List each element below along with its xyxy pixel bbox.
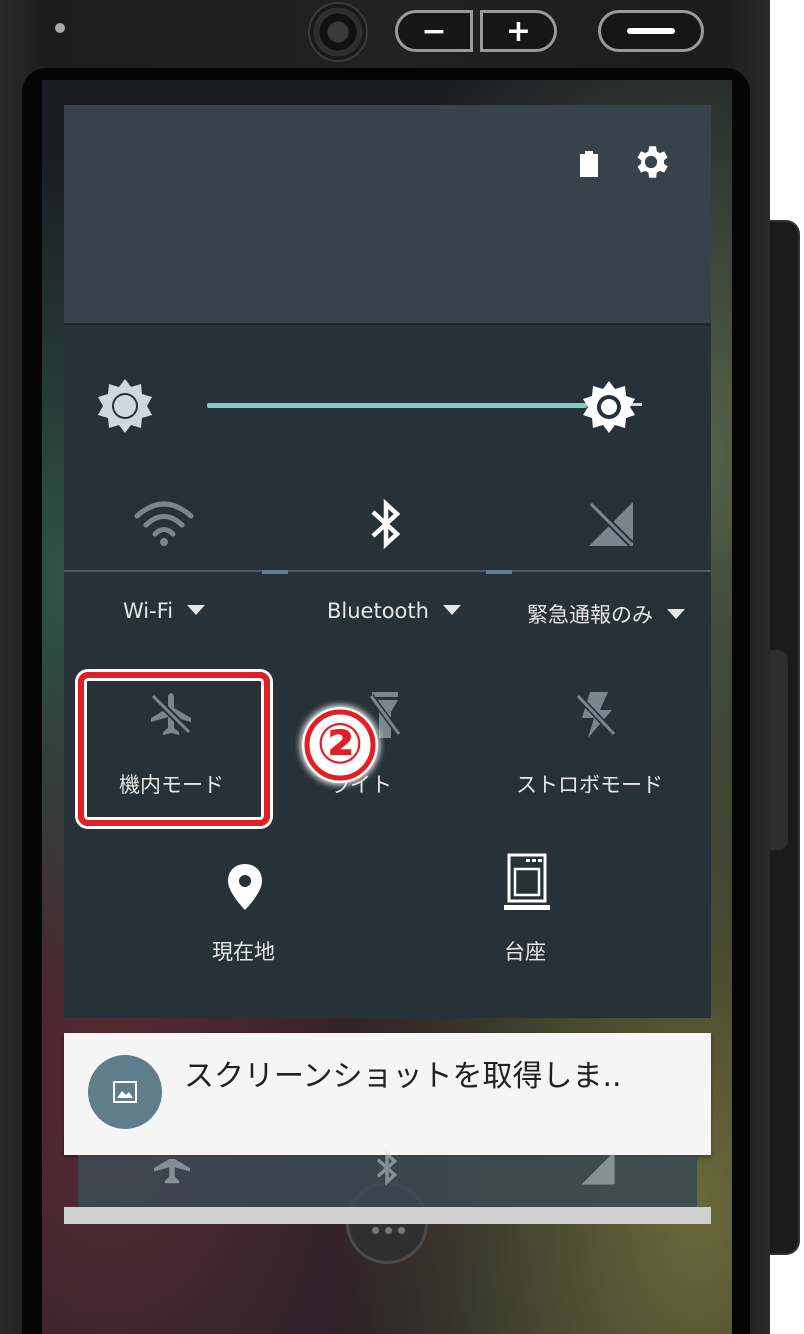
volume-down-button[interactable]: −: [395, 10, 473, 52]
quick-settings-header: [64, 105, 711, 323]
power-button[interactable]: [598, 10, 704, 52]
bluetooth-icon[interactable]: [367, 498, 405, 550]
tile-wifi[interactable]: Wi-Fi: [123, 599, 206, 623]
tile-wifi-label: Wi-Fi: [123, 599, 174, 623]
divider-notch: [262, 570, 288, 574]
screenshot-notification[interactable]: スクリーンショットを取得しま..: [64, 1033, 711, 1155]
wifi-icon[interactable]: [134, 498, 194, 550]
tile-bluetooth[interactable]: Bluetooth: [327, 599, 461, 623]
front-camera: [310, 4, 366, 60]
location-icon[interactable]: [226, 862, 264, 912]
tile-bluetooth-label: Bluetooth: [327, 599, 429, 623]
notification-avatar: [88, 1055, 162, 1129]
bluetooth-icon: [376, 1150, 398, 1186]
tile-emergency-label: 緊急通報のみ: [527, 603, 653, 627]
gear-icon[interactable]: [630, 141, 672, 183]
phone-side-knob: [770, 650, 788, 850]
chevron-down-icon[interactable]: [187, 605, 206, 615]
battery-icon: [580, 151, 598, 177]
tile-dock-label[interactable]: 台座: [504, 936, 546, 966]
chevron-down-icon[interactable]: [667, 609, 685, 619]
tile-strobe-label[interactable]: ストロボモード: [516, 769, 663, 799]
no-signal-icon[interactable]: [587, 500, 635, 548]
notification-title: スクリーンショットを取得しま..: [184, 1059, 622, 1094]
volume-up-button[interactable]: +: [480, 10, 557, 52]
airplane-mode-highlight: [78, 672, 270, 826]
tile-emergency-only[interactable]: 緊急通報のみ: [527, 599, 685, 629]
step-marker: ②: [295, 700, 385, 790]
background-panel-edge: [64, 1207, 711, 1224]
tile-row-divider: [64, 570, 711, 572]
strobe-icon[interactable]: [574, 690, 618, 740]
divider-notch: [486, 570, 512, 574]
image-icon: [113, 1081, 137, 1103]
brightness-slider-track[interactable]: [207, 403, 587, 408]
quick-settings-panel: Wi-Fi Bluetooth 緊急通報のみ 機内モード ライト ストロボモード: [64, 105, 711, 1018]
brightness-slider-thumb[interactable]: [582, 380, 636, 434]
dock-icon[interactable]: [502, 853, 552, 913]
no-signal-icon: [581, 1151, 615, 1185]
tile-location-label[interactable]: 現在地: [212, 936, 275, 966]
airplane-mode-icon: [154, 1159, 190, 1184]
step-number: ②: [316, 712, 364, 777]
header-divider: [64, 323, 711, 325]
brightness-low-icon: [98, 379, 152, 433]
notification-led: [55, 23, 65, 33]
chevron-down-icon[interactable]: [442, 605, 461, 615]
